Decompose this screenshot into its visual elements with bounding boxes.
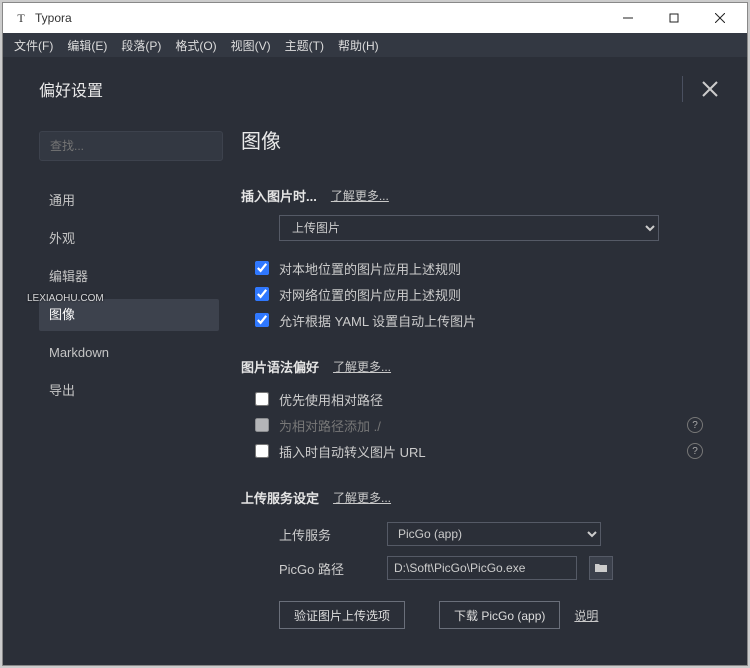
- instructions-link[interactable]: 说明: [574, 607, 598, 624]
- insert-learn-more-link[interactable]: 了解更多...: [331, 187, 389, 204]
- label-add-dot-slash: 为相对路径添加 ./: [279, 416, 381, 435]
- sidebar: 通用 外观 编辑器 图像 Markdown 导出 LEXIAOHU.COM: [3, 121, 233, 665]
- syntax-pref-label: 图片语法偏好: [241, 357, 319, 376]
- upload-service-label: 上传服务设定: [241, 488, 319, 507]
- folder-icon: [595, 563, 607, 573]
- checkbox-prefer-relative[interactable]: [255, 392, 269, 406]
- app-name: Typora: [35, 11, 72, 25]
- app-icon: T: [13, 10, 29, 26]
- checkbox-add-dot-slash: [255, 418, 269, 432]
- menubar: 文件(F) 编辑(E) 段落(P) 格式(O) 视图(V) 主题(T) 帮助(H…: [3, 33, 747, 57]
- menu-format[interactable]: 格式(O): [168, 37, 223, 54]
- sidebar-item-editor[interactable]: 编辑器: [39, 261, 219, 293]
- header-divider: [682, 76, 683, 102]
- page-title: 图像: [241, 125, 703, 154]
- sidebar-item-markdown[interactable]: Markdown: [39, 337, 219, 369]
- picgo-path-label: PicGo 路径: [279, 559, 375, 578]
- preferences-header: 偏好设置: [3, 57, 747, 121]
- browse-button[interactable]: [589, 556, 613, 580]
- search-input[interactable]: [39, 131, 223, 161]
- upload-learn-more-link[interactable]: 了解更多...: [333, 489, 391, 506]
- preferences-panel: 偏好设置 通用 外观 编辑器 图像 Markdown 导出 LEXIAOHU.C…: [3, 57, 747, 665]
- uploader-label: 上传服务: [279, 525, 375, 544]
- uploader-select[interactable]: PicGo (app): [387, 522, 601, 546]
- menu-paragraph[interactable]: 段落(P): [114, 37, 168, 54]
- menu-theme[interactable]: 主题(T): [278, 37, 331, 54]
- content-area: 图像 插入图片时... 了解更多... 上传图片 对本地位置的图片应用上述规则 …: [233, 121, 747, 665]
- menu-edit[interactable]: 编辑(E): [60, 37, 114, 54]
- maximize-button[interactable]: [651, 3, 697, 33]
- window: T Typora 文件(F) 编辑(E) 段落(P) 格式(O) 视图(V) 主…: [2, 2, 748, 666]
- verify-upload-button[interactable]: 验证图片上传选项: [279, 601, 405, 629]
- insert-action-select[interactable]: 上传图片: [279, 215, 659, 241]
- download-picgo-button[interactable]: 下载 PicGo (app): [439, 601, 560, 629]
- help-icon[interactable]: ?: [687, 443, 703, 459]
- label-apply-local: 对本地位置的图片应用上述规则: [279, 259, 461, 278]
- menu-view[interactable]: 视图(V): [224, 37, 278, 54]
- sidebar-item-export[interactable]: 导出: [39, 375, 219, 407]
- checkbox-apply-local[interactable]: [255, 261, 269, 275]
- menu-help[interactable]: 帮助(H): [331, 37, 386, 54]
- checkbox-apply-network[interactable]: [255, 287, 269, 301]
- checkbox-yaml-auto-upload[interactable]: [255, 313, 269, 327]
- sidebar-item-image[interactable]: 图像: [39, 299, 219, 331]
- minimize-button[interactable]: [605, 3, 651, 33]
- label-prefer-relative: 优先使用相对路径: [279, 390, 383, 409]
- sidebar-item-appearance[interactable]: 外观: [39, 223, 219, 255]
- label-apply-network: 对网络位置的图片应用上述规则: [279, 285, 461, 304]
- close-window-button[interactable]: [697, 3, 743, 33]
- syntax-learn-more-link[interactable]: 了解更多...: [333, 358, 391, 375]
- titlebar: T Typora: [3, 3, 747, 33]
- close-icon[interactable]: [701, 80, 719, 98]
- sidebar-item-general[interactable]: 通用: [39, 185, 219, 217]
- checkbox-auto-escape-url[interactable]: [255, 444, 269, 458]
- picgo-path-input[interactable]: [387, 556, 577, 580]
- label-yaml-auto-upload: 允许根据 YAML 设置自动上传图片: [279, 311, 476, 330]
- insert-image-label: 插入图片时...: [241, 186, 317, 205]
- preferences-title: 偏好设置: [39, 77, 103, 101]
- help-icon[interactable]: ?: [687, 417, 703, 433]
- menu-file[interactable]: 文件(F): [7, 37, 60, 54]
- label-auto-escape-url: 插入时自动转义图片 URL: [279, 442, 426, 461]
